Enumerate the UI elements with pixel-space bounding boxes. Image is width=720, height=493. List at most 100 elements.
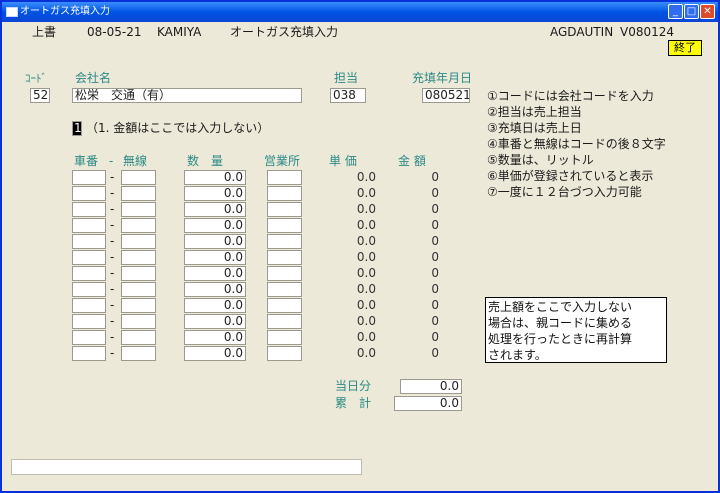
minimize-button[interactable]: _ — [668, 4, 683, 19]
radio-number-input[interactable] — [121, 266, 156, 281]
mode-input[interactable]: 1 — [72, 121, 82, 136]
radio-number-input[interactable] — [121, 186, 156, 201]
note-box: 売上額をここで入力しない 場合は、親コードに集める 処理を行ったときに再計算 されます… — [485, 297, 667, 363]
company-label: 会社名 — [75, 71, 112, 85]
amount-value: 0 — [431, 234, 439, 248]
quantity-input[interactable]: 0.0 — [184, 330, 246, 345]
radio-number-input[interactable] — [121, 330, 156, 345]
amount-header: 金 額 — [398, 154, 426, 168]
fill-date-label: 充填年月日 — [412, 71, 473, 85]
header-user: KAMIYA — [157, 25, 202, 39]
instruction-line: ②担当は売上担当 — [487, 105, 582, 119]
radio-number-input[interactable] — [121, 282, 156, 297]
office-input[interactable] — [267, 314, 302, 329]
car-number-input[interactable] — [72, 234, 106, 249]
car-number-input[interactable] — [72, 202, 106, 217]
quantity-input[interactable]: 0.0 — [184, 346, 246, 361]
office-input[interactable] — [267, 234, 302, 249]
screen-title: オートガス充填入力 — [230, 25, 339, 39]
office-input[interactable] — [267, 298, 302, 313]
radio-number-input[interactable] — [121, 202, 156, 217]
header-dash: - — [109, 154, 114, 168]
instruction-line: ⑦一度に１２台づつ入力可能 — [487, 185, 642, 199]
unit-price-value: 0.0 — [356, 346, 376, 360]
staff-input[interactable]: 038 — [330, 88, 366, 103]
radio-number-input[interactable] — [121, 298, 156, 313]
window-title: オートガス充填入力 — [20, 6, 110, 17]
header-date: 08-05-21 — [87, 25, 142, 39]
radio-number-input[interactable] — [121, 218, 156, 233]
quantity-input[interactable]: 0.0 — [184, 298, 246, 313]
row-dash: - — [110, 282, 115, 296]
quantity-input[interactable]: 0.0 — [184, 186, 246, 201]
quantity-input[interactable]: 0.0 — [184, 282, 246, 297]
car-number-input[interactable] — [72, 218, 106, 233]
amount-value: 0 — [431, 170, 439, 184]
code-label: ｺｰﾄﾞ — [25, 72, 47, 85]
quantity-input[interactable]: 0.0 — [184, 250, 246, 265]
office-input[interactable] — [267, 186, 302, 201]
car-number-input[interactable] — [72, 314, 106, 329]
mode-note: （1. 金額はここでは入力しない） — [86, 121, 270, 135]
unit-price-value: 0.0 — [356, 282, 376, 296]
instruction-line: ③充填日は売上日 — [487, 121, 582, 135]
radio-number-input[interactable] — [121, 170, 156, 185]
row-dash: - — [110, 202, 115, 216]
quantity-header: 数 量 — [187, 154, 224, 168]
quantity-input[interactable]: 0.0 — [184, 266, 246, 281]
office-input[interactable] — [267, 346, 302, 361]
quantity-input[interactable]: 0.0 — [184, 202, 246, 217]
unit-price-value: 0.0 — [356, 234, 376, 248]
amount-value: 0 — [431, 330, 439, 344]
office-input[interactable] — [267, 218, 302, 233]
code-input[interactable]: 52 — [30, 88, 50, 103]
office-input[interactable] — [267, 282, 302, 297]
unit-price-value: 0.0 — [356, 202, 376, 216]
unit-price-value: 0.0 — [356, 170, 376, 184]
note-line: 場合は、親コードに集める — [488, 316, 633, 330]
car-number-input[interactable] — [72, 330, 106, 345]
window-icon — [6, 7, 18, 17]
row-dash: - — [110, 218, 115, 232]
company-name-field[interactable]: 松栄 交通（有） — [72, 88, 302, 103]
amount-value: 0 — [431, 186, 439, 200]
office-input[interactable] — [267, 170, 302, 185]
radio-number-input[interactable] — [121, 250, 156, 265]
car-number-input[interactable] — [72, 282, 106, 297]
quantity-input[interactable]: 0.0 — [184, 314, 246, 329]
end-button[interactable]: 終了 — [668, 40, 702, 56]
maximize-button[interactable]: □ — [684, 4, 699, 19]
fill-date-input[interactable]: 080521 — [422, 88, 470, 103]
unit-price-value: 0.0 — [356, 218, 376, 232]
office-input[interactable] — [267, 266, 302, 281]
radio-number-input[interactable] — [121, 346, 156, 361]
close-button[interactable]: ✕ — [700, 4, 715, 19]
app-window: オートガス充填入力 _ □ ✕ 上書 08-05-21 KAMIYA オートガス… — [0, 0, 720, 493]
note-line: されます。 — [488, 348, 547, 362]
note-line: 売上額をここで入力しない — [488, 300, 633, 314]
car-number-input[interactable] — [72, 186, 106, 201]
car-number-input[interactable] — [72, 170, 106, 185]
car-number-input[interactable] — [72, 346, 106, 361]
row-dash: - — [110, 298, 115, 312]
quantity-input[interactable]: 0.0 — [184, 234, 246, 249]
quantity-input[interactable]: 0.0 — [184, 218, 246, 233]
office-input[interactable] — [267, 250, 302, 265]
car-number-input[interactable] — [72, 266, 106, 281]
radio-number-input[interactable] — [121, 234, 156, 249]
quantity-input[interactable]: 0.0 — [184, 170, 246, 185]
title-bar[interactable]: オートガス充填入力 _ □ ✕ — [2, 2, 718, 22]
mode-label: 上書 — [32, 25, 57, 39]
staff-label: 担当 — [334, 71, 359, 85]
row-dash: - — [110, 234, 115, 248]
radio-number-input[interactable] — [121, 314, 156, 329]
row-dash: - — [110, 170, 115, 184]
car-number-input[interactable] — [72, 298, 106, 313]
car-number-header: 車番 — [74, 154, 99, 168]
office-input[interactable] — [267, 330, 302, 345]
car-number-input[interactable] — [72, 250, 106, 265]
unit-price-value: 0.0 — [356, 330, 376, 344]
program-id: AGDAUTIN — [550, 25, 614, 39]
office-input[interactable] — [267, 202, 302, 217]
amount-value: 0 — [431, 282, 439, 296]
